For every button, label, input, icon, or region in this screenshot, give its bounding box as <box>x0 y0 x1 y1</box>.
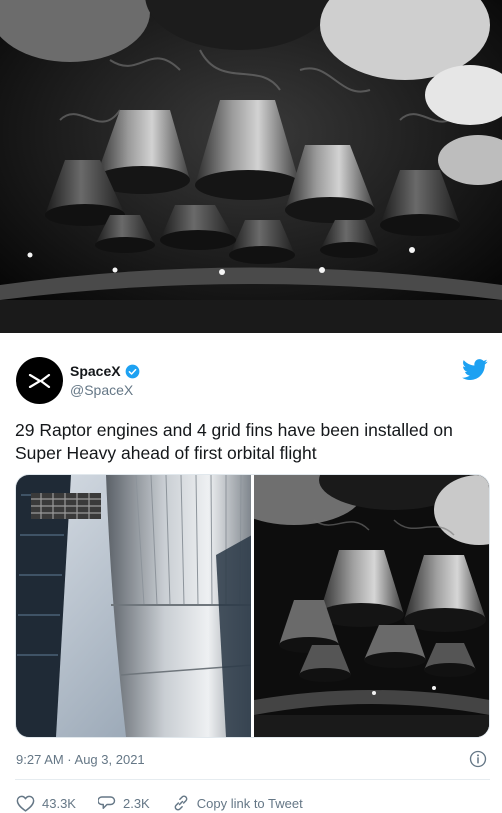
tweet-divider <box>15 779 490 780</box>
tweet-text: 29 Raptor engines and 4 grid fins have b… <box>15 420 453 463</box>
tweet-photo-booster[interactable] <box>16 475 251 737</box>
like-button[interactable]: 43.3K <box>16 795 76 812</box>
engine-cluster-photo <box>0 0 502 333</box>
copy-link-label: Copy link to Tweet <box>196 795 303 811</box>
info-icon[interactable] <box>469 750 487 768</box>
photo-divider <box>0 333 502 343</box>
avatar[interactable] <box>16 357 63 404</box>
tweet-actions: 43.3K 2.3K Copy link to Tweet <box>16 794 325 812</box>
tweet-card[interactable]: SpaceX @SpaceX 29 Raptor engines and 4 g… <box>0 343 502 813</box>
user-handle[interactable]: @SpaceX <box>70 382 140 398</box>
copy-link-button[interactable]: Copy link to Tweet <box>172 794 303 812</box>
reply-count: 2.3K <box>122 795 150 811</box>
link-icon <box>174 795 188 811</box>
heart-icon <box>16 795 35 812</box>
reply-bubble-icon <box>97 796 116 809</box>
reply-button[interactable]: 2.3K <box>97 794 150 812</box>
tweet-photo-engines[interactable] <box>254 475 489 737</box>
spacex-logo-icon <box>28 373 50 388</box>
twitter-bird-icon[interactable] <box>462 359 488 381</box>
tweet-timestamp[interactable]: 9:27 AM · Aug 3, 2021 <box>16 752 145 767</box>
tweet-author[interactable]: SpaceX @SpaceX <box>70 362 140 398</box>
like-count: 43.3K <box>42 795 76 811</box>
verified-badge-icon <box>125 364 139 378</box>
display-name[interactable]: SpaceX <box>70 363 121 379</box>
tweet-media[interactable] <box>15 474 490 738</box>
